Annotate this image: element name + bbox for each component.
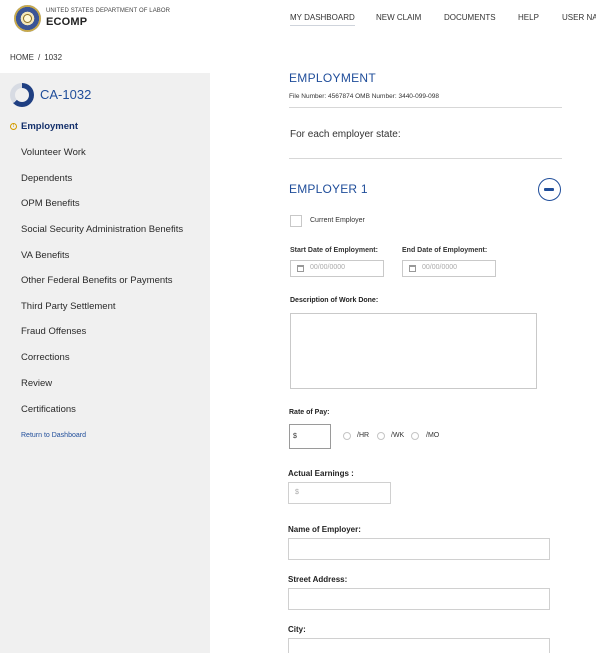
city-input[interactable] bbox=[288, 638, 550, 653]
employer-name-input[interactable] bbox=[288, 538, 550, 560]
sidebar-item-other-federal-benefits[interactable]: Other Federal Benefits or Payments bbox=[21, 275, 173, 286]
page-title: EMPLOYMENT bbox=[289, 71, 377, 85]
nav-my-dashboard[interactable]: MY DASHBOARD bbox=[290, 13, 355, 26]
rate-hr-radio[interactable] bbox=[343, 432, 351, 440]
breadcrumb-current: 1032 bbox=[44, 53, 63, 62]
earnings-placeholder: $ bbox=[295, 489, 299, 496]
current-employer-checkbox[interactable] bbox=[290, 215, 302, 227]
nav-help[interactable]: HELP bbox=[518, 13, 539, 22]
breadcrumb-separator: / bbox=[38, 53, 41, 62]
breadcrumb: HOME /1032 bbox=[10, 53, 62, 62]
street-address-input[interactable] bbox=[288, 588, 550, 610]
current-employer-label: Current Employer bbox=[310, 217, 365, 224]
sidebar-item-va-benefits[interactable]: VA Benefits bbox=[21, 250, 69, 261]
start-date-placeholder: 00/00/0000 bbox=[310, 264, 346, 271]
app-name[interactable]: ECOMP bbox=[46, 16, 87, 28]
calendar-icon bbox=[409, 265, 416, 272]
nav-user-name[interactable]: USER NAI bbox=[562, 13, 596, 22]
sidebar-item-certifications[interactable]: Certifications bbox=[21, 404, 76, 415]
state-prompt: For each employer state: bbox=[290, 129, 401, 140]
nav-documents[interactable]: DOCUMENTS bbox=[444, 13, 496, 22]
divider bbox=[289, 107, 562, 108]
divider bbox=[289, 158, 562, 159]
sidebar-item-employment[interactable]: Employment bbox=[21, 121, 78, 132]
start-date-label: Start Date of Employment: bbox=[290, 247, 378, 254]
sidebar-item-opm-benefits[interactable]: OPM Benefits bbox=[21, 198, 80, 209]
nav-new-claim[interactable]: NEW CLAIM bbox=[376, 13, 421, 22]
sidebar-item-dependents[interactable]: Dependents bbox=[21, 173, 72, 184]
rate-mo-label: /MO bbox=[426, 432, 440, 439]
rate-mo-radio[interactable] bbox=[411, 432, 419, 440]
street-address-label: Street Address: bbox=[288, 575, 348, 584]
actual-earnings-input[interactable]: $ bbox=[288, 482, 391, 504]
city-label: City: bbox=[288, 625, 306, 634]
return-to-dashboard-link[interactable]: Return to Dashboard bbox=[21, 432, 86, 439]
file-omb-numbers: File Number: 4567874 OMB Number: 3440-09… bbox=[289, 93, 439, 100]
agency-name: UNITED STATES DEPARTMENT OF LABOR bbox=[46, 8, 171, 14]
employer-section-title: EMPLOYER 1 bbox=[289, 182, 368, 196]
warning-icon: ! bbox=[10, 123, 17, 130]
end-date-label: End Date of Employment: bbox=[402, 247, 488, 254]
sidebar-item-review[interactable]: Review bbox=[21, 378, 52, 389]
rate-hr-label: /HR bbox=[357, 432, 370, 439]
end-date-placeholder: 00/00/0000 bbox=[422, 264, 458, 271]
employer-name-label: Name of Employer: bbox=[288, 525, 361, 534]
progress-ring-icon bbox=[10, 83, 34, 107]
calendar-icon bbox=[297, 265, 304, 272]
sidebar-item-fraud-offenses[interactable]: Fraud Offenses bbox=[21, 326, 86, 337]
site-header: UNITED STATES DEPARTMENT OF LABOR ECOMP … bbox=[0, 0, 596, 38]
rate-wk-label: /WK bbox=[391, 432, 405, 439]
minus-icon bbox=[544, 188, 554, 191]
dollar-prefix: $ bbox=[293, 433, 297, 440]
rate-wk-radio[interactable] bbox=[377, 432, 385, 440]
rate-of-pay-label: Rate of Pay: bbox=[289, 409, 330, 416]
form-sidebar: CA-1032 ! Employment Volunteer Work Depe… bbox=[0, 73, 210, 653]
sidebar-item-ssa-benefits[interactable]: Social Security Administration Benefits bbox=[21, 224, 183, 235]
sidebar-item-third-party-settlement[interactable]: Third Party Settlement bbox=[21, 301, 116, 312]
dol-seal-logo bbox=[14, 5, 41, 32]
sidebar-item-volunteer-work[interactable]: Volunteer Work bbox=[21, 147, 86, 158]
description-textarea[interactable] bbox=[290, 313, 537, 389]
form-id-title: CA-1032 bbox=[40, 87, 92, 102]
sidebar-item-corrections[interactable]: Corrections bbox=[21, 352, 70, 363]
end-date-input[interactable]: 00/00/0000 bbox=[402, 260, 496, 277]
start-date-input[interactable]: 00/00/0000 bbox=[290, 260, 384, 277]
description-label: Description of Work Done: bbox=[290, 297, 379, 304]
rate-of-pay-input[interactable]: $ bbox=[289, 424, 331, 449]
collapse-employer-button[interactable] bbox=[538, 178, 561, 201]
actual-earnings-label: Actual Earnings : bbox=[288, 469, 354, 478]
breadcrumb-home[interactable]: HOME bbox=[10, 53, 34, 62]
